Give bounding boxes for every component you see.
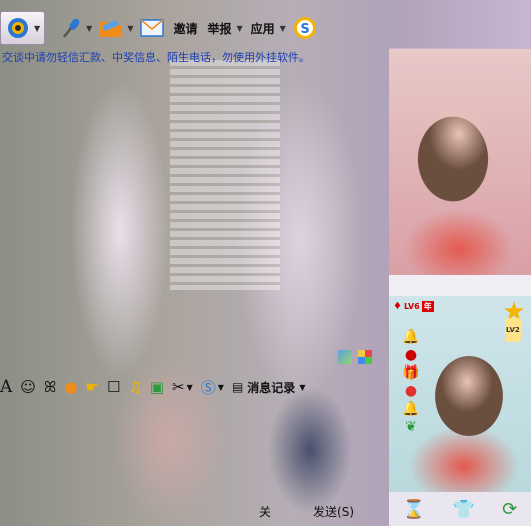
ornament-icon: ●	[404, 383, 418, 399]
panel-toggle-group	[338, 350, 372, 364]
screen-capture-button[interactable]: ✂ ▼	[172, 378, 193, 396]
window-blinds-decoration	[170, 60, 280, 290]
magic-emoticon-button[interactable]: ꕤ	[44, 378, 56, 396]
gift-icon: 🎁	[402, 365, 420, 381]
microphone-icon	[57, 15, 83, 41]
video-call-button[interactable]: ▼	[0, 11, 46, 45]
soso-icon: Ⓢ	[200, 378, 216, 397]
gift-box-icon: ▣	[149, 378, 165, 396]
soso-emoji-button[interactable]: Ⓢ ▼	[201, 377, 224, 398]
bell-icon: 🔔	[402, 329, 420, 345]
star-level-text: LV2	[505, 318, 521, 342]
send-button[interactable]: 发送(S)	[313, 503, 354, 520]
report-button[interactable]: 举报 ▼	[205, 12, 242, 44]
mail-icon	[139, 15, 165, 41]
chat-toolbar: ▼ ▼ ▼ 邀请 举报 ▼ 应用 ▼ S	[0, 10, 370, 46]
chevron-down-icon: ▼	[86, 23, 93, 33]
square-icon: ☐	[106, 378, 121, 396]
music-note-icon: ♫	[128, 378, 142, 396]
screenshot-button[interactable]: ☐	[107, 378, 120, 396]
action-buttons: 关 发送(S)	[259, 503, 354, 520]
apps-label: 应用	[250, 21, 275, 36]
ornament-icon: ●	[404, 347, 418, 363]
vip-level-text: LV6	[403, 302, 420, 311]
apps-button[interactable]: 应用 ▼	[249, 12, 286, 44]
hourglass-icon[interactable]: ⌛	[403, 499, 425, 520]
chevron-down-icon: ▼	[236, 23, 243, 33]
soso-logo-icon: S	[292, 15, 318, 41]
smiley-icon: ☺	[20, 378, 36, 396]
christmas-garland-decoration: 🔔 ● 🎁 ● 🔔 ❦	[398, 330, 424, 470]
voice-call-button[interactable]: ▼	[57, 12, 92, 44]
chevron-down-icon: ▼	[34, 23, 41, 33]
diamond-icon: ♦	[393, 301, 402, 312]
tshirt-icon[interactable]: 👕	[452, 499, 474, 520]
send-sms-button[interactable]	[139, 12, 165, 44]
font-glyph: A	[0, 377, 13, 397]
font-button[interactable]: A	[0, 377, 12, 397]
vip-level-badge: ♦ LV6 年	[393, 301, 434, 312]
chevron-down-icon: ▼	[186, 382, 193, 392]
refresh-icon[interactable]: ⟳	[502, 499, 517, 520]
chevron-down-icon: ▼	[279, 23, 286, 33]
hand-icon: ☛	[85, 378, 99, 396]
emoticon-button[interactable]: ☺	[20, 378, 36, 396]
send-file-button[interactable]: ▼	[98, 12, 133, 44]
scissors-icon: ✂	[172, 378, 185, 396]
folder-icon	[98, 15, 124, 41]
message-history-label: 消息记录	[247, 380, 296, 395]
report-label: 举报	[207, 21, 232, 36]
expand-icon[interactable]	[338, 350, 352, 364]
message-history-button[interactable]: ▤ 消息记录 ▼	[232, 379, 306, 396]
chevron-down-icon: ▼	[127, 23, 134, 33]
soso-button[interactable]: S	[292, 12, 318, 44]
holly-icon: ❦	[405, 419, 417, 435]
color-grid-icon[interactable]	[358, 350, 372, 364]
butterfly-icon: ꕤ	[43, 378, 57, 396]
invite-label: 邀请	[173, 21, 198, 36]
bell-icon: 🔔	[402, 401, 420, 417]
show-toolbar: ⌛ 👕 ⟳	[389, 492, 531, 526]
invite-button[interactable]: 邀请	[171, 12, 199, 44]
video-camera-icon	[5, 15, 31, 41]
vip-year-text: 年	[421, 301, 434, 312]
history-icon: ▤	[231, 380, 244, 394]
security-notice: 交谈中请勿轻信汇款、中奖信息、陌生电话，勿使用外挂软件。	[2, 51, 310, 64]
svg-text:S: S	[300, 22, 309, 37]
star-level-badge[interactable]: ★ LV2	[499, 299, 529, 342]
chevron-down-icon: ▼	[217, 382, 224, 392]
doodle-button[interactable]: ●	[64, 378, 77, 396]
gift-button[interactable]: ▣	[150, 378, 164, 396]
music-button[interactable]: ♫	[128, 378, 141, 396]
cookie-icon: ●	[64, 378, 78, 396]
input-tools-bar: A ☺ ꕤ ● ☛ ☐ ♫ ▣ ✂ ▼ Ⓢ ▼ ▤ 消息记录 ▼	[0, 376, 305, 398]
nudge-button[interactable]: ☛	[86, 378, 99, 396]
close-button[interactable]: 关	[259, 503, 271, 520]
contact-show-photo[interactable]	[389, 48, 531, 275]
chevron-down-icon: ▼	[299, 382, 306, 392]
